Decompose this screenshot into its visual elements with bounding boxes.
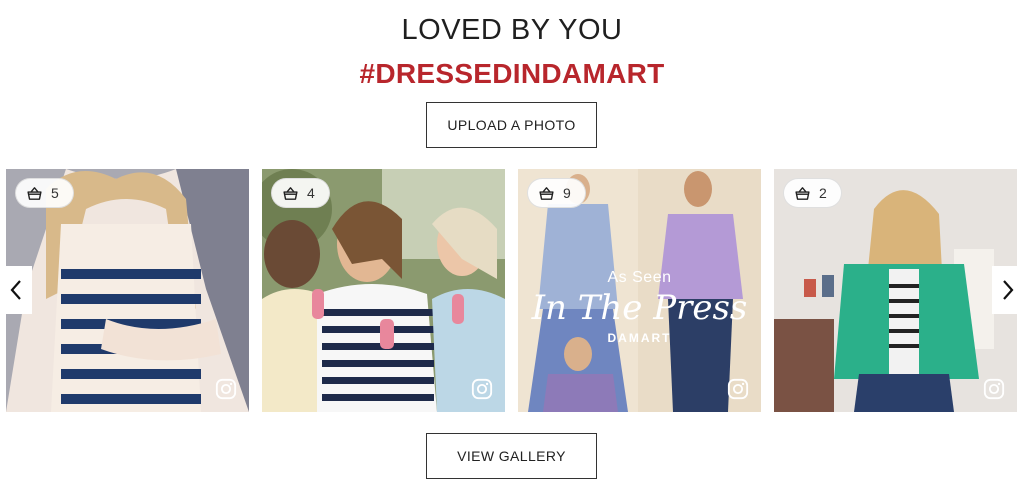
chevron-right-icon (1003, 280, 1014, 300)
product-count-badge[interactable]: 5 (15, 178, 74, 208)
carousel-prev-button[interactable] (0, 266, 32, 314)
basket-icon (27, 186, 42, 200)
gallery-tile-1[interactable]: 5 (6, 169, 249, 412)
basket-icon (539, 186, 554, 200)
basket-icon (795, 186, 810, 200)
instagram-icon (983, 378, 1005, 400)
instagram-icon (727, 378, 749, 400)
instagram-icon (471, 378, 493, 400)
product-count: 9 (563, 185, 571, 201)
product-count: 2 (819, 185, 827, 201)
product-count-badge[interactable]: 9 (527, 178, 586, 208)
press-overlay: As Seen In The Press DAMART (518, 269, 761, 345)
product-count-badge[interactable]: 4 (271, 178, 330, 208)
carousel-next-button[interactable] (992, 266, 1024, 314)
overlay-line-1: As Seen (607, 269, 672, 286)
product-count: 4 (307, 185, 315, 201)
view-gallery-button[interactable]: VIEW GALLERY (426, 433, 597, 479)
instagram-icon (215, 378, 237, 400)
gallery-tile-2[interactable]: 4 (262, 169, 505, 412)
overlay-brand: DAMART (607, 331, 672, 345)
basket-icon (283, 186, 298, 200)
chevron-left-icon (10, 280, 21, 300)
hashtag-title: #DRESSEDINDAMART (359, 58, 665, 89)
gallery-tile-3[interactable]: As Seen In The Press DAMART 9 (518, 169, 761, 412)
upload-photo-button[interactable]: UPLOAD A PHOTO (426, 102, 597, 148)
product-count-badge[interactable]: 2 (783, 178, 842, 208)
section-title: LOVED BY YOU (401, 14, 623, 46)
product-count: 5 (51, 185, 59, 201)
gallery-tile-4[interactable]: 2 (774, 169, 1017, 412)
overlay-line-2: In The Press (531, 288, 748, 328)
